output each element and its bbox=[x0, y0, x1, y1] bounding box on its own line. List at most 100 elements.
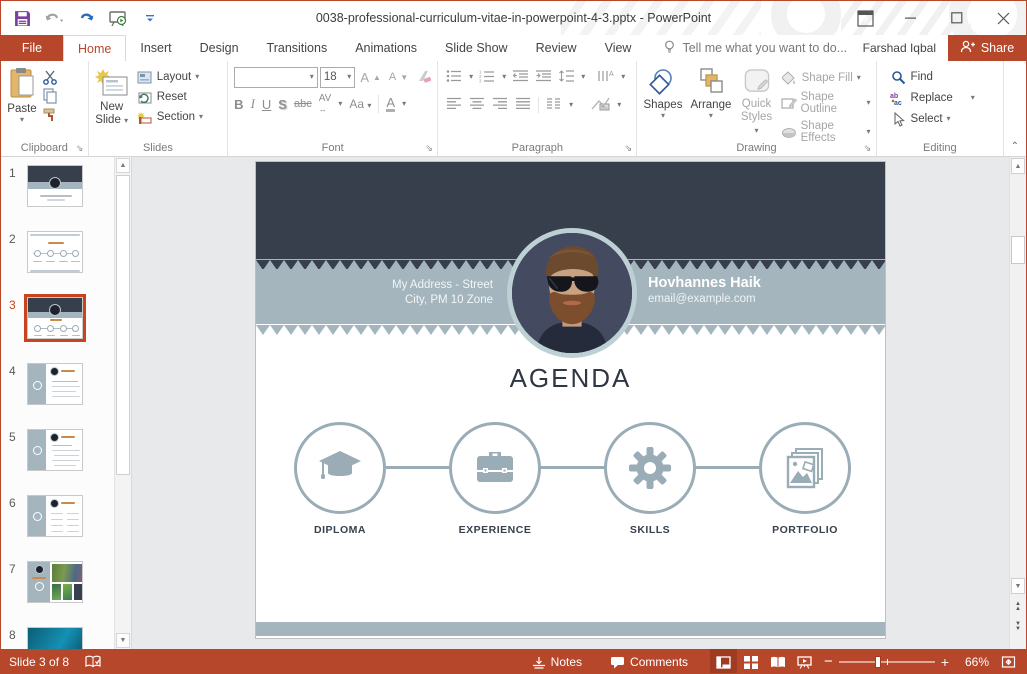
maximize-button[interactable] bbox=[934, 1, 980, 35]
thumbnail-preview-6[interactable] bbox=[27, 495, 83, 537]
thumbnail-slide-4[interactable]: 4 bbox=[1, 363, 113, 405]
font-dialog-launcher[interactable]: ⇘ bbox=[423, 142, 435, 154]
thumbnail-slide-3-selected[interactable]: 3 bbox=[1, 297, 113, 339]
clipboard-dialog-launcher[interactable]: ⇘ bbox=[74, 142, 86, 154]
underline-button[interactable]: U bbox=[262, 97, 271, 112]
tab-review[interactable]: Review bbox=[522, 35, 591, 61]
agenda-circle-skills[interactable] bbox=[604, 422, 696, 514]
shapes-button[interactable]: Shapes ▾ bbox=[639, 65, 686, 139]
agenda-circle-experience[interactable] bbox=[449, 422, 541, 514]
tab-file[interactable]: File bbox=[1, 35, 63, 61]
redo-icon[interactable] bbox=[75, 7, 97, 29]
character-spacing-button[interactable]: AV↔ bbox=[319, 93, 332, 115]
tell-me-box[interactable]: Tell me what you want to do... bbox=[663, 35, 847, 61]
scroll-up-icon[interactable]: ▲ bbox=[1011, 158, 1025, 174]
zoom-slider-track[interactable] bbox=[839, 661, 935, 663]
tab-slide-show[interactable]: Slide Show bbox=[431, 35, 522, 61]
quick-styles-button[interactable]: QuickStyles ▾ bbox=[735, 65, 777, 139]
normal-view-button[interactable] bbox=[710, 649, 737, 674]
comments-toggle[interactable]: Comments bbox=[602, 649, 696, 674]
tab-animations[interactable]: Animations bbox=[341, 35, 431, 61]
copy-icon[interactable] bbox=[41, 88, 58, 104]
thumbnail-slide-5[interactable]: 5 bbox=[1, 429, 113, 471]
slide-show-view-button[interactable] bbox=[791, 649, 818, 674]
justify-icon[interactable] bbox=[515, 97, 531, 113]
tab-view[interactable]: View bbox=[591, 35, 646, 61]
zoom-out-button[interactable]: − bbox=[824, 657, 833, 667]
strikethrough-button[interactable]: abc bbox=[294, 98, 312, 110]
reading-view-button[interactable] bbox=[764, 649, 791, 674]
scrollbar-thumb[interactable] bbox=[1011, 236, 1025, 264]
new-slide-button[interactable]: NewSlide ▾ bbox=[91, 65, 133, 139]
ribbon-display-options-icon[interactable] bbox=[842, 1, 888, 35]
slide-indicator[interactable]: Slide 3 of 8 bbox=[1, 649, 77, 674]
align-left-icon[interactable] bbox=[446, 97, 462, 113]
close-button[interactable] bbox=[980, 1, 1026, 35]
collapse-ribbon-icon[interactable]: ⌃ bbox=[1011, 141, 1019, 152]
numbering-icon[interactable]: 123 bbox=[479, 69, 496, 86]
paragraph-dialog-launcher[interactable]: ⇘ bbox=[622, 142, 634, 154]
thumbnail-slide-8[interactable]: 8 bbox=[1, 627, 113, 649]
notes-toggle[interactable]: Notes bbox=[524, 649, 590, 674]
font-color-button[interactable]: A bbox=[386, 96, 395, 112]
shape-outline-button[interactable]: Shape Outline▾ bbox=[778, 90, 874, 116]
clear-formatting-button[interactable] bbox=[413, 68, 435, 86]
tab-transitions[interactable]: Transitions bbox=[253, 35, 342, 61]
font-name-combo[interactable]: ▾ bbox=[234, 67, 318, 88]
text-direction-icon[interactable]: A bbox=[597, 69, 615, 86]
agenda-circle-diploma[interactable] bbox=[294, 422, 386, 514]
convert-smartart-icon[interactable] bbox=[590, 96, 610, 114]
decrease-font-size-button[interactable]: A▼ bbox=[386, 70, 411, 84]
minimize-button[interactable] bbox=[888, 1, 934, 35]
save-icon[interactable] bbox=[11, 7, 33, 29]
bold-button[interactable]: B bbox=[234, 97, 243, 112]
text-shadow-button[interactable]: S bbox=[278, 97, 287, 112]
arrange-button[interactable]: Arrange ▾ bbox=[686, 65, 735, 139]
thumbnail-preview-8[interactable] bbox=[27, 627, 83, 649]
tab-design[interactable]: Design bbox=[186, 35, 253, 61]
spell-check-icon[interactable] bbox=[77, 649, 109, 674]
contact-text[interactable]: Hovhannes Haik email@example.com bbox=[648, 274, 761, 307]
section-button[interactable]: Section▾ bbox=[133, 108, 206, 126]
thumbnail-slide-1[interactable]: 1 bbox=[1, 165, 113, 207]
font-size-combo[interactable]: 18▾ bbox=[320, 67, 356, 88]
replace-button[interactable]: abac Replace▾ bbox=[887, 89, 1002, 107]
main-vertical-scrollbar[interactable]: ▲ ▼ ▲▲ ▼▼ bbox=[1009, 157, 1026, 649]
select-button[interactable]: Select▾ bbox=[887, 110, 1002, 128]
bullets-icon[interactable] bbox=[446, 69, 463, 86]
align-center-icon[interactable] bbox=[469, 97, 485, 113]
address-text[interactable]: My Address - Street City, PM 10 Zone bbox=[392, 278, 493, 308]
thumbnail-preview-4[interactable] bbox=[27, 363, 83, 405]
agenda-circle-portfolio[interactable] bbox=[759, 422, 851, 514]
user-account[interactable]: Farshad Iqbal bbox=[863, 35, 948, 61]
columns-icon[interactable] bbox=[546, 97, 562, 113]
drawing-dialog-launcher[interactable]: ⇘ bbox=[862, 142, 874, 154]
slide-canvas[interactable]: My Address - Street City, PM 10 Zone Hov… bbox=[255, 161, 886, 639]
format-painter-icon[interactable] bbox=[41, 107, 58, 123]
thumbnail-preview-7[interactable] bbox=[27, 561, 83, 603]
thumbnail-slide-2[interactable]: 2 bbox=[1, 231, 113, 273]
slide-title[interactable]: AGENDA bbox=[256, 363, 885, 394]
paste-button[interactable]: Paste ▾ bbox=[3, 65, 41, 139]
scroll-down-icon[interactable]: ▼ bbox=[1011, 578, 1025, 594]
thumbnail-preview-1[interactable] bbox=[27, 165, 83, 207]
change-case-button[interactable]: Aa ▾ bbox=[349, 97, 371, 111]
thumbnail-preview-5[interactable] bbox=[27, 429, 83, 471]
customize-qat-icon[interactable] bbox=[139, 7, 161, 29]
layout-button[interactable]: Layout▾ bbox=[133, 68, 206, 86]
profile-photo[interactable] bbox=[507, 228, 637, 358]
tab-home[interactable]: Home bbox=[63, 35, 126, 61]
thumbnail-scroll-down-icon[interactable]: ▼ bbox=[116, 633, 130, 648]
thumbnail-scrollbar[interactable]: ▲ ▼ bbox=[114, 157, 131, 649]
increase-font-size-button[interactable]: A▲ bbox=[357, 69, 384, 86]
tab-insert[interactable]: Insert bbox=[126, 35, 185, 61]
decrease-indent-icon[interactable] bbox=[512, 69, 529, 86]
thumbnail-scrollbar-thumb[interactable] bbox=[116, 175, 130, 475]
increase-indent-icon[interactable] bbox=[535, 69, 552, 86]
zoom-percentage[interactable]: 66% bbox=[955, 655, 989, 669]
fit-slide-to-window-button[interactable] bbox=[995, 649, 1022, 674]
italic-button[interactable]: I bbox=[251, 96, 255, 112]
line-spacing-icon[interactable] bbox=[558, 69, 575, 86]
start-from-beginning-icon[interactable] bbox=[107, 7, 129, 29]
zoom-slider-thumb[interactable] bbox=[875, 656, 881, 668]
